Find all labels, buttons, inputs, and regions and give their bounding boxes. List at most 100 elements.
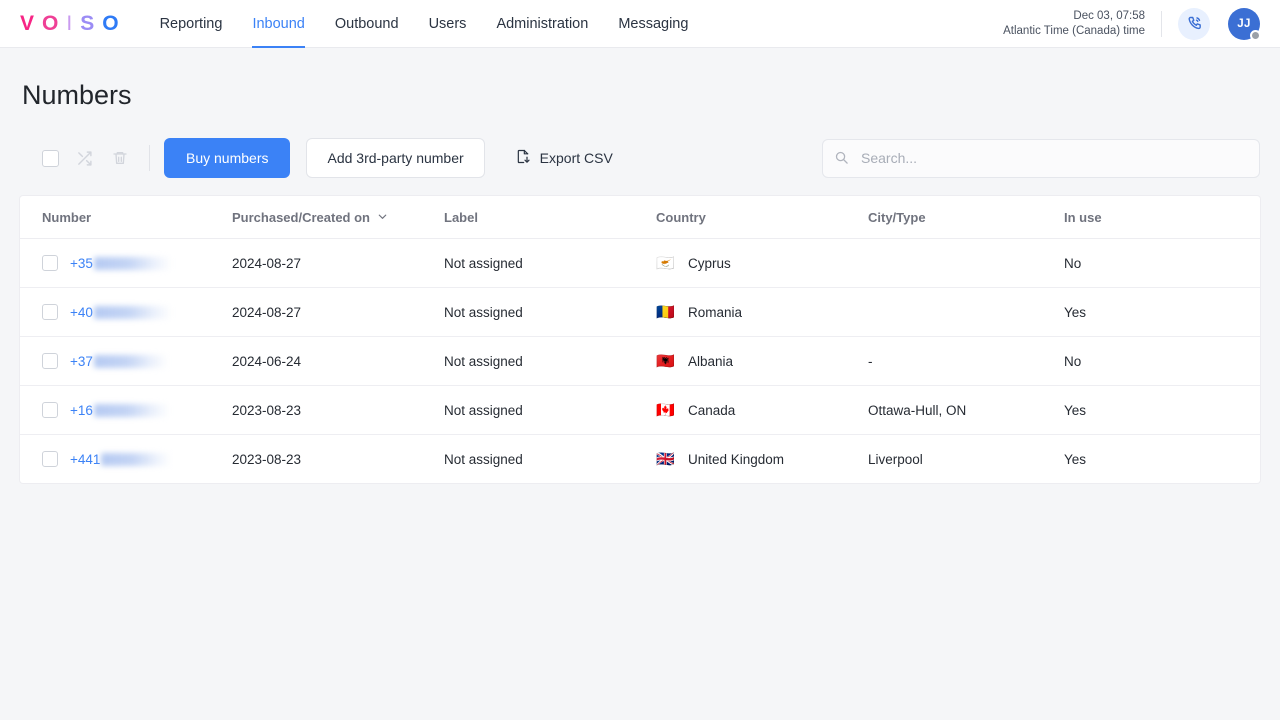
cell-label: Not assigned — [444, 451, 523, 467]
number-prefix: +37 — [70, 353, 93, 369]
redacted-number — [101, 452, 172, 466]
logo-letter-4: S — [80, 11, 96, 35]
page-title: Numbers — [22, 80, 132, 110]
search-input[interactable] — [822, 138, 1260, 178]
logo-letter-5: O — [102, 11, 120, 35]
column-header-in-use[interactable]: In use — [1064, 196, 1260, 239]
cell-city-type: Liverpool — [868, 451, 923, 467]
cell-label: Not assigned — [444, 336, 656, 386]
nav-item-inbound[interactable]: Inbound — [252, 0, 306, 48]
table-row[interactable]: +37 2024-06-24 Not assigned 🇦🇱 Albania - No — [20, 336, 1260, 386]
cell-label: Not assigned — [444, 385, 656, 435]
nav-item-outbound[interactable]: Outbound — [335, 0, 399, 48]
country-flag-icon: 🇷🇴 — [656, 303, 675, 321]
table-toolbar: Buy numbers Add 3rd-party number Export … — [20, 138, 1260, 178]
header-right: Dec 03, 07:58 Atlantic Time (Canada) tim… — [1003, 7, 1261, 41]
column-header-country[interactable]: Country — [656, 196, 868, 239]
cell-purchased-date: 2024-08-27 — [232, 287, 444, 337]
app-header: V O I S O Reporting Inbound Outbound Use… — [0, 0, 1280, 48]
row-checkbox[interactable] — [42, 402, 58, 418]
number-link[interactable]: +35 — [70, 256, 172, 271]
cell-in-use: Yes — [1064, 287, 1260, 337]
cell-purchased-date: 2023-08-23 — [232, 451, 302, 467]
nav-item-messaging[interactable]: Messaging — [618, 0, 688, 48]
number-link[interactable]: +16 — [70, 403, 170, 418]
avatar[interactable]: JJ — [1228, 7, 1261, 41]
page-content: Numbers Buy numbers Add 3rd-party number — [0, 80, 1280, 483]
select-all-checkbox[interactable] — [42, 149, 59, 167]
column-header-number[interactable]: Number — [20, 196, 232, 239]
trash-icon[interactable] — [109, 147, 131, 169]
cell-in-use: Yes — [1064, 385, 1260, 435]
number-prefix: +441 — [70, 451, 101, 467]
redacted-number — [93, 305, 172, 319]
nav-item-administration[interactable]: Administration — [496, 0, 588, 48]
cell-country: 🇨🇾 Cyprus — [656, 238, 868, 288]
country-name: Albania — [688, 353, 734, 369]
export-csv-button[interactable]: Export CSV — [501, 138, 627, 178]
cell-label: Not assigned — [444, 287, 656, 337]
cell-country: 🇦🇱 Albania — [656, 336, 868, 386]
country-flag-icon: 🇨🇾 — [656, 254, 675, 272]
logo-letter-3: I — [66, 11, 74, 35]
cell-purchased-date: 2024-06-24 — [232, 336, 444, 386]
phone-ringing-icon[interactable] — [1178, 7, 1210, 40]
cell-in-use: Yes — [1064, 451, 1087, 467]
nav-item-reporting[interactable]: Reporting — [160, 0, 223, 48]
shuffle-icon[interactable] — [73, 147, 95, 169]
cell-city-type — [868, 287, 1064, 337]
cell-number: +16 — [20, 385, 232, 435]
buy-numbers-button[interactable]: Buy numbers — [164, 138, 291, 178]
cell-purchased-date: 2023-08-23 — [232, 385, 444, 435]
row-checkbox[interactable] — [42, 255, 58, 271]
number-link[interactable]: +40 — [70, 305, 172, 320]
country-flag-icon: 🇨🇦 — [656, 401, 675, 419]
logo-letter-1: V — [20, 11, 36, 35]
avatar-status-dot — [1250, 29, 1261, 41]
column-header-date[interactable]: Purchased/Created on — [232, 196, 444, 239]
table-row[interactable]: +35 2024-08-27 Not assigned 🇨🇾 Cyprus No — [20, 238, 1260, 288]
cell-number: +35 — [20, 238, 232, 288]
add-third-party-number-button[interactable]: Add 3rd-party number — [306, 138, 485, 178]
cell-number: +441 — [20, 435, 232, 484]
voiso-logo[interactable]: V O I S O — [20, 12, 120, 36]
column-header-city-type[interactable]: City/Type — [868, 196, 1064, 239]
header-divider — [1161, 10, 1162, 37]
country-flag-icon: 🇬🇧 — [656, 450, 675, 468]
numbers-table: Number Purchased/Created on Label Countr… — [20, 196, 1260, 483]
column-header-date-label: Purchased/Created on — [232, 210, 370, 225]
table-body: +35 2024-08-27 Not assigned 🇨🇾 Cyprus No +40 20… — [20, 238, 1260, 484]
numbers-table-card: Number Purchased/Created on Label Countr… — [20, 196, 1260, 483]
clock-timezone: Atlantic Time (Canada) time — [1003, 24, 1145, 37]
table-row[interactable]: +40 2024-08-27 Not assigned 🇷🇴 Romania Yes — [20, 287, 1260, 337]
cell-number: +40 — [20, 287, 232, 337]
row-checkbox[interactable] — [42, 451, 58, 467]
nav-item-users[interactable]: Users — [429, 0, 467, 48]
table-head: Number Purchased/Created on Label Countr… — [20, 196, 1260, 239]
cell-in-use: No — [1064, 238, 1260, 288]
number-link[interactable]: +37 — [70, 354, 168, 369]
number-link[interactable]: +441 — [70, 451, 172, 467]
country-name: United Kingdom — [688, 451, 785, 467]
cell-country: 🇬🇧 United Kingdom — [656, 435, 868, 484]
clock-datetime: Dec 03, 07:58 — [1073, 9, 1145, 22]
cell-number: +37 — [20, 336, 232, 386]
toolbar-divider — [149, 145, 150, 171]
row-checkbox[interactable] — [42, 304, 58, 320]
row-checkbox[interactable] — [42, 353, 58, 369]
country-name: Romania — [688, 304, 743, 320]
country-name: Cyprus — [688, 255, 731, 271]
table-header-row: Number Purchased/Created on Label Countr… — [20, 196, 1260, 239]
column-header-label[interactable]: Label — [444, 196, 656, 239]
table-row[interactable]: +441 2023-08-23 Not assigned 🇬🇧 United Kingd… — [20, 435, 1260, 484]
main-nav: Reporting Inbound Outbound Users Adminis… — [160, 0, 688, 48]
cell-label: Not assigned — [444, 238, 656, 288]
cell-purchased-date: 2024-08-27 — [232, 238, 444, 288]
redacted-number — [93, 403, 170, 417]
clock: Dec 03, 07:58 Atlantic Time (Canada) tim… — [1003, 9, 1145, 39]
redacted-number — [93, 256, 172, 270]
sort-control-date[interactable]: Purchased/Created on — [232, 210, 388, 225]
logo-letter-2: O — [42, 11, 60, 35]
table-row[interactable]: +16 2023-08-23 Not assigned 🇨🇦 Canada Ottawa-… — [20, 385, 1260, 435]
chevron-down-icon — [377, 210, 388, 225]
